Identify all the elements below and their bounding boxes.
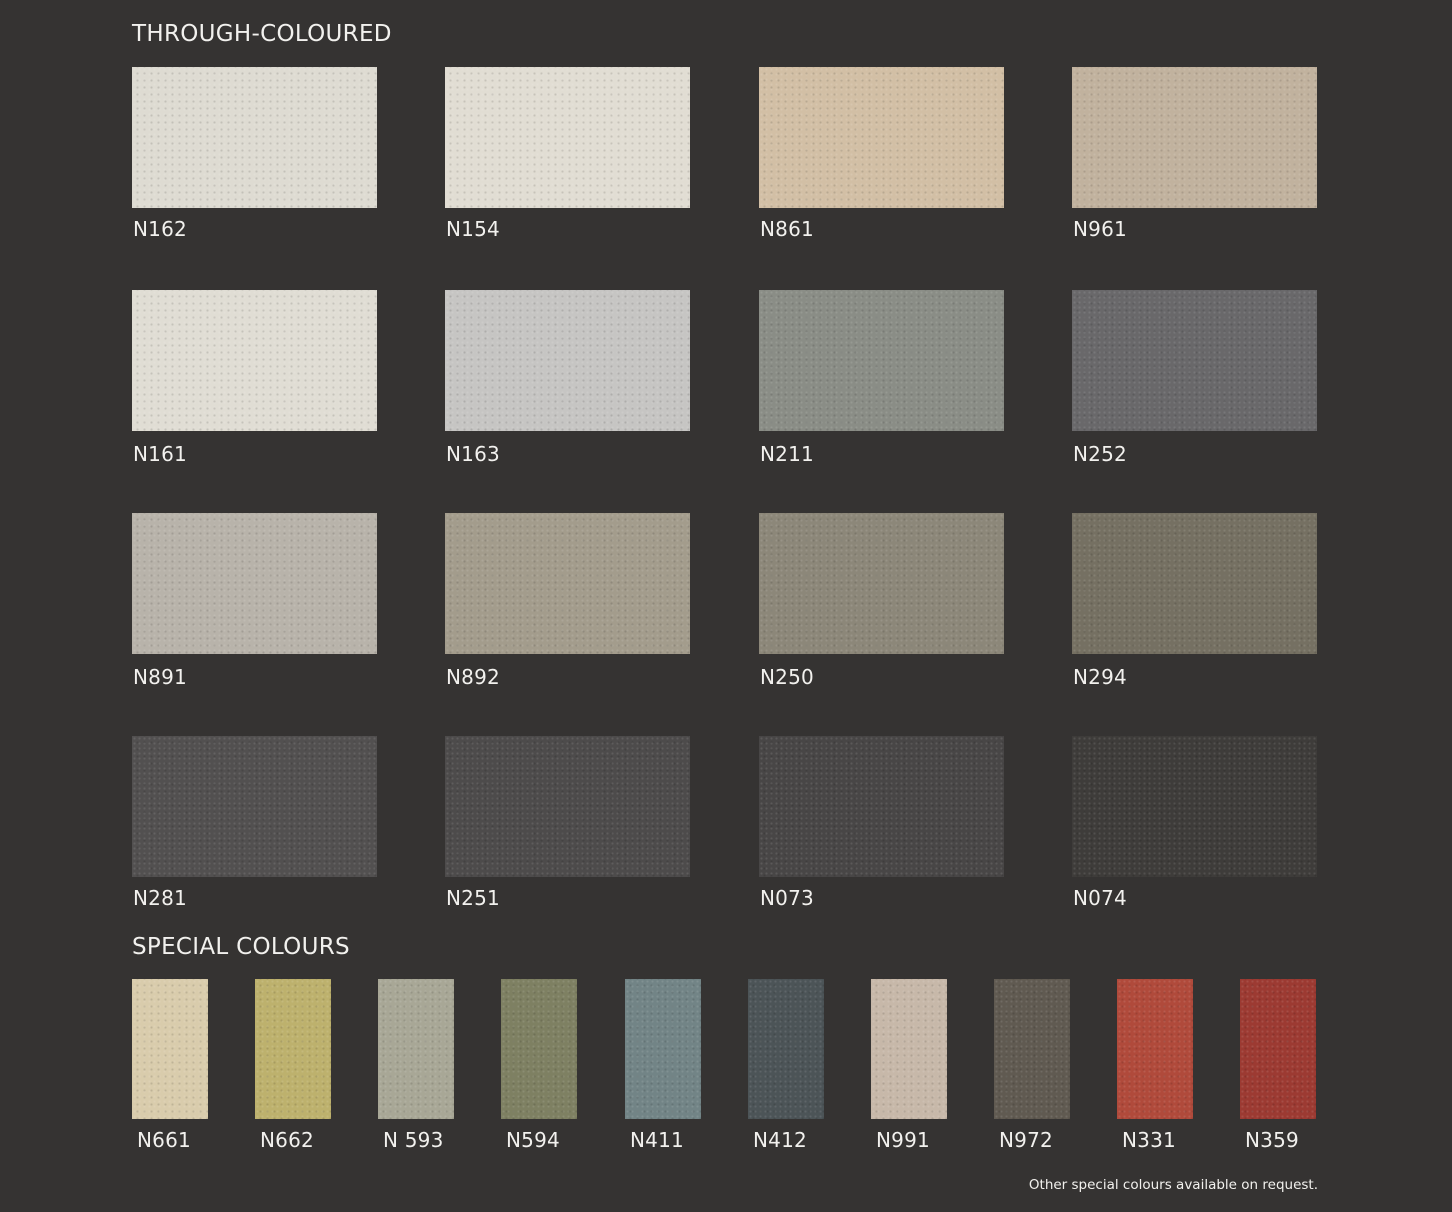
colour-swatch-n154: [445, 67, 690, 208]
swatch-code-label: N073: [760, 886, 814, 910]
colour-swatch-n294: [1072, 513, 1317, 654]
special-swatch-code-label: N661: [137, 1128, 191, 1152]
colour-swatch-n861: [759, 67, 1004, 208]
special-swatch-code-label: N662: [260, 1128, 314, 1152]
swatch-texture: [748, 979, 824, 1119]
colour-swatch-n961: [1072, 67, 1317, 208]
swatch-texture: [625, 979, 701, 1119]
special-swatch-code-label: N594: [506, 1128, 560, 1152]
colour-swatch-n251: [445, 736, 690, 877]
through-coloured-title: THROUGH-COLOURED: [132, 21, 392, 47]
colour-swatch-n891: [132, 513, 377, 654]
swatch-code-label: N891: [133, 665, 187, 689]
swatch-texture: [445, 67, 690, 208]
swatch-texture: [132, 513, 377, 654]
special-swatch-n331: [1117, 979, 1193, 1119]
swatch-code-label: N294: [1073, 665, 1127, 689]
colour-swatch-n281: [132, 736, 377, 877]
swatch-texture: [1072, 736, 1317, 877]
special-swatch-n593: [378, 979, 454, 1119]
swatch-code-label: N892: [446, 665, 500, 689]
swatch-texture: [994, 979, 1070, 1119]
colour-swatch-n211: [759, 290, 1004, 431]
swatch-code-label: N163: [446, 442, 500, 466]
colour-swatch-n252: [1072, 290, 1317, 431]
swatch-texture: [132, 67, 377, 208]
swatch-texture: [501, 979, 577, 1119]
swatch-texture: [445, 736, 690, 877]
special-swatch-n991: [871, 979, 947, 1119]
special-swatch-code-label: N972: [999, 1128, 1053, 1152]
swatch-code-label: N211: [760, 442, 814, 466]
swatch-code-label: N252: [1073, 442, 1127, 466]
special-swatch-n662: [255, 979, 331, 1119]
swatch-texture: [871, 979, 947, 1119]
swatch-texture: [255, 979, 331, 1119]
swatch-code-label: N861: [760, 217, 814, 241]
colour-swatch-n073: [759, 736, 1004, 877]
swatch-code-label: N074: [1073, 886, 1127, 910]
swatch-texture: [759, 513, 1004, 654]
swatch-code-label: N250: [760, 665, 814, 689]
special-swatch-n411: [625, 979, 701, 1119]
swatch-texture: [378, 979, 454, 1119]
special-swatch-code-label: N991: [876, 1128, 930, 1152]
swatch-texture: [132, 736, 377, 877]
special-swatch-code-label: N 593: [383, 1128, 444, 1152]
colour-swatch-n161: [132, 290, 377, 431]
special-swatch-n661: [132, 979, 208, 1119]
swatch-code-label: N161: [133, 442, 187, 466]
special-swatch-n412: [748, 979, 824, 1119]
swatch-texture: [759, 736, 1004, 877]
special-swatch-code-label: N331: [1122, 1128, 1176, 1152]
swatch-code-label: N251: [446, 886, 500, 910]
swatch-texture: [445, 513, 690, 654]
swatch-code-label: N281: [133, 886, 187, 910]
special-swatch-code-label: N412: [753, 1128, 807, 1152]
special-colours-footnote: Other special colours available on reque…: [1028, 1177, 1318, 1193]
swatch-texture: [759, 67, 1004, 208]
swatch-code-label: N154: [446, 217, 500, 241]
swatch-texture: [1117, 979, 1193, 1119]
swatch-texture: [1072, 290, 1317, 431]
special-swatch-code-label: N411: [630, 1128, 684, 1152]
colour-swatch-n163: [445, 290, 690, 431]
special-swatch-n359: [1240, 979, 1316, 1119]
swatch-texture: [445, 290, 690, 431]
special-swatch-n972: [994, 979, 1070, 1119]
colour-swatch-n162: [132, 67, 377, 208]
swatch-code-label: N961: [1073, 217, 1127, 241]
colour-swatch-n074: [1072, 736, 1317, 877]
colour-swatch-n250: [759, 513, 1004, 654]
swatch-texture: [1072, 513, 1317, 654]
colour-swatch-n892: [445, 513, 690, 654]
special-swatch-code-label: N359: [1245, 1128, 1299, 1152]
special-swatch-n594: [501, 979, 577, 1119]
swatch-texture: [1240, 979, 1316, 1119]
swatch-texture: [759, 290, 1004, 431]
swatch-code-label: N162: [133, 217, 187, 241]
swatch-texture: [132, 290, 377, 431]
swatch-texture: [1072, 67, 1317, 208]
special-colours-title: SPECIAL COLOURS: [132, 934, 350, 960]
swatch-texture: [132, 979, 208, 1119]
